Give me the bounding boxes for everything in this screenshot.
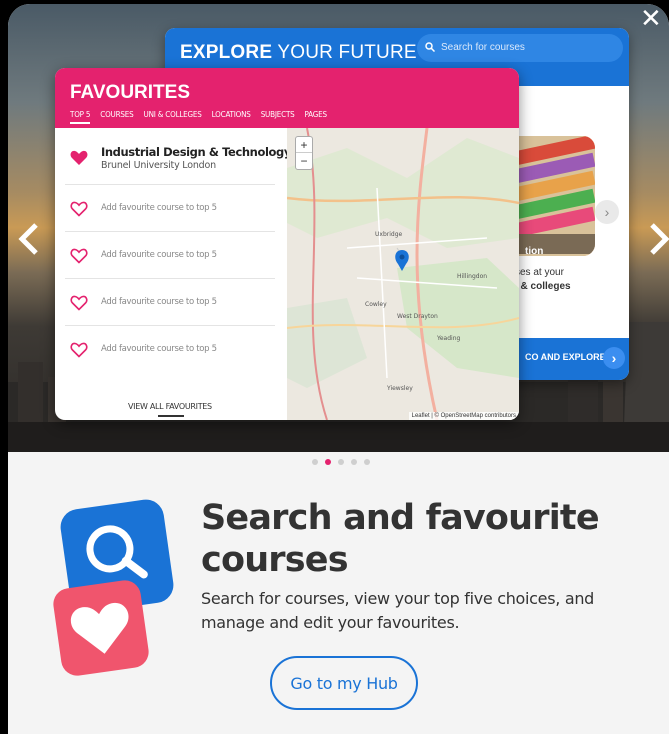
add-favourite-label: Add favourite course to top 5 — [101, 344, 217, 354]
explore-search-input[interactable]: Search for courses — [417, 34, 623, 62]
map-zoom-control: + − — [295, 136, 313, 170]
zoom-out-button[interactable]: − — [296, 153, 312, 169]
list-item[interactable]: Add favourite course to top 5 — [65, 185, 275, 232]
carousel-next-icon[interactable] — [644, 219, 669, 259]
favourites-tabs: TOP 5 COURSES UNI & COLLEGES LOCATIONS S… — [70, 110, 327, 124]
search-icon — [425, 42, 435, 52]
map-place-label: Cowley — [365, 301, 387, 308]
carousel-pager — [312, 459, 370, 465]
tab-locations[interactable]: LOCATIONS — [212, 110, 251, 124]
description-text: Search for courses, view your top five c… — [201, 589, 595, 632]
heart-filled-icon[interactable] — [70, 150, 88, 166]
map-place-label: Yeading — [436, 335, 461, 342]
tab-uni-colleges[interactable]: UNI & COLLEGES — [144, 110, 202, 124]
tab-top5[interactable]: TOP 5 — [70, 110, 90, 124]
favourites-list: Industrial Design & Technology Brunel Un… — [65, 128, 291, 373]
tab-subjects[interactable]: SUBJECTS — [261, 110, 295, 124]
list-item[interactable]: Industrial Design & Technology Brunel Un… — [65, 128, 291, 185]
pager-dot-active[interactable] — [325, 459, 331, 465]
location-map[interactable]: Uxbridge Hillingdon Cowley West Drayton … — [287, 128, 519, 420]
explore-next-icon[interactable]: › — [595, 200, 619, 224]
favourites-card: FAVOURITES TOP 5 COURSES UNI & COLLEGES … — [55, 68, 519, 420]
pager-dot[interactable] — [338, 459, 344, 465]
onboarding-modal: EXPLORE YOUR FUTURE Search for courses t… — [8, 4, 669, 734]
add-favourite-label: Add favourite course to top 5 — [101, 297, 217, 307]
carousel-prev-icon[interactable] — [14, 219, 44, 259]
pager-dot[interactable] — [312, 459, 318, 465]
favourites-title: FAVOURITES — [70, 82, 190, 103]
tab-pages[interactable]: PAGES — [305, 110, 328, 124]
list-item[interactable]: Add favourite course to top 5 — [65, 326, 275, 373]
hero-carousel: EXPLORE YOUR FUTURE Search for courses t… — [8, 4, 669, 452]
heart-outline-icon[interactable] — [70, 248, 88, 264]
course-university: Brunel University London — [101, 160, 216, 171]
map-place-label: West Drayton — [397, 313, 438, 320]
map-tiles: Uxbridge Hillingdon Cowley West Drayton … — [287, 128, 519, 420]
heart-icon — [51, 578, 151, 678]
heart-outline-icon[interactable] — [70, 201, 88, 217]
zoom-in-button[interactable]: + — [296, 137, 312, 153]
map-place-label: Yiewsley — [386, 385, 413, 392]
view-all-favourites-link[interactable]: VIEW ALL FAVOURITES — [128, 402, 212, 417]
heart-outline-icon[interactable] — [70, 295, 88, 311]
page-title: Search and favourite courses — [201, 498, 600, 580]
map-attribution[interactable]: Leaflet | © OpenStreetMap contributors — [408, 412, 519, 420]
pager-dot[interactable] — [364, 459, 370, 465]
add-favourite-label: Add favourite course to top 5 — [101, 250, 217, 260]
explore-caption: ses at your i & colleges — [515, 267, 571, 292]
heart-outline-icon[interactable] — [70, 342, 88, 358]
explore-title: EXPLORE YOUR FUTURE — [180, 42, 417, 63]
map-place-label: Hillingdon — [457, 273, 487, 280]
list-item[interactable]: Add favourite course to top 5 — [65, 232, 275, 279]
explore-tile-label: tion — [525, 246, 544, 257]
list-item[interactable]: Add favourite course to top 5 — [65, 279, 275, 326]
close-icon[interactable]: ✕ — [640, 6, 662, 32]
go-to-hub-button[interactable]: Go to my Hub — [270, 656, 418, 710]
course-name: Industrial Design & Technology — [101, 145, 291, 159]
tab-courses[interactable]: COURSES — [100, 110, 133, 124]
favourites-header: FAVOURITES TOP 5 COURSES UNI & COLLEGES … — [55, 68, 519, 128]
chevron-right-icon: › — [603, 347, 625, 369]
map-place-label: Uxbridge — [375, 231, 403, 238]
pager-dot[interactable] — [351, 459, 357, 465]
add-favourite-label: Add favourite course to top 5 — [101, 203, 217, 213]
